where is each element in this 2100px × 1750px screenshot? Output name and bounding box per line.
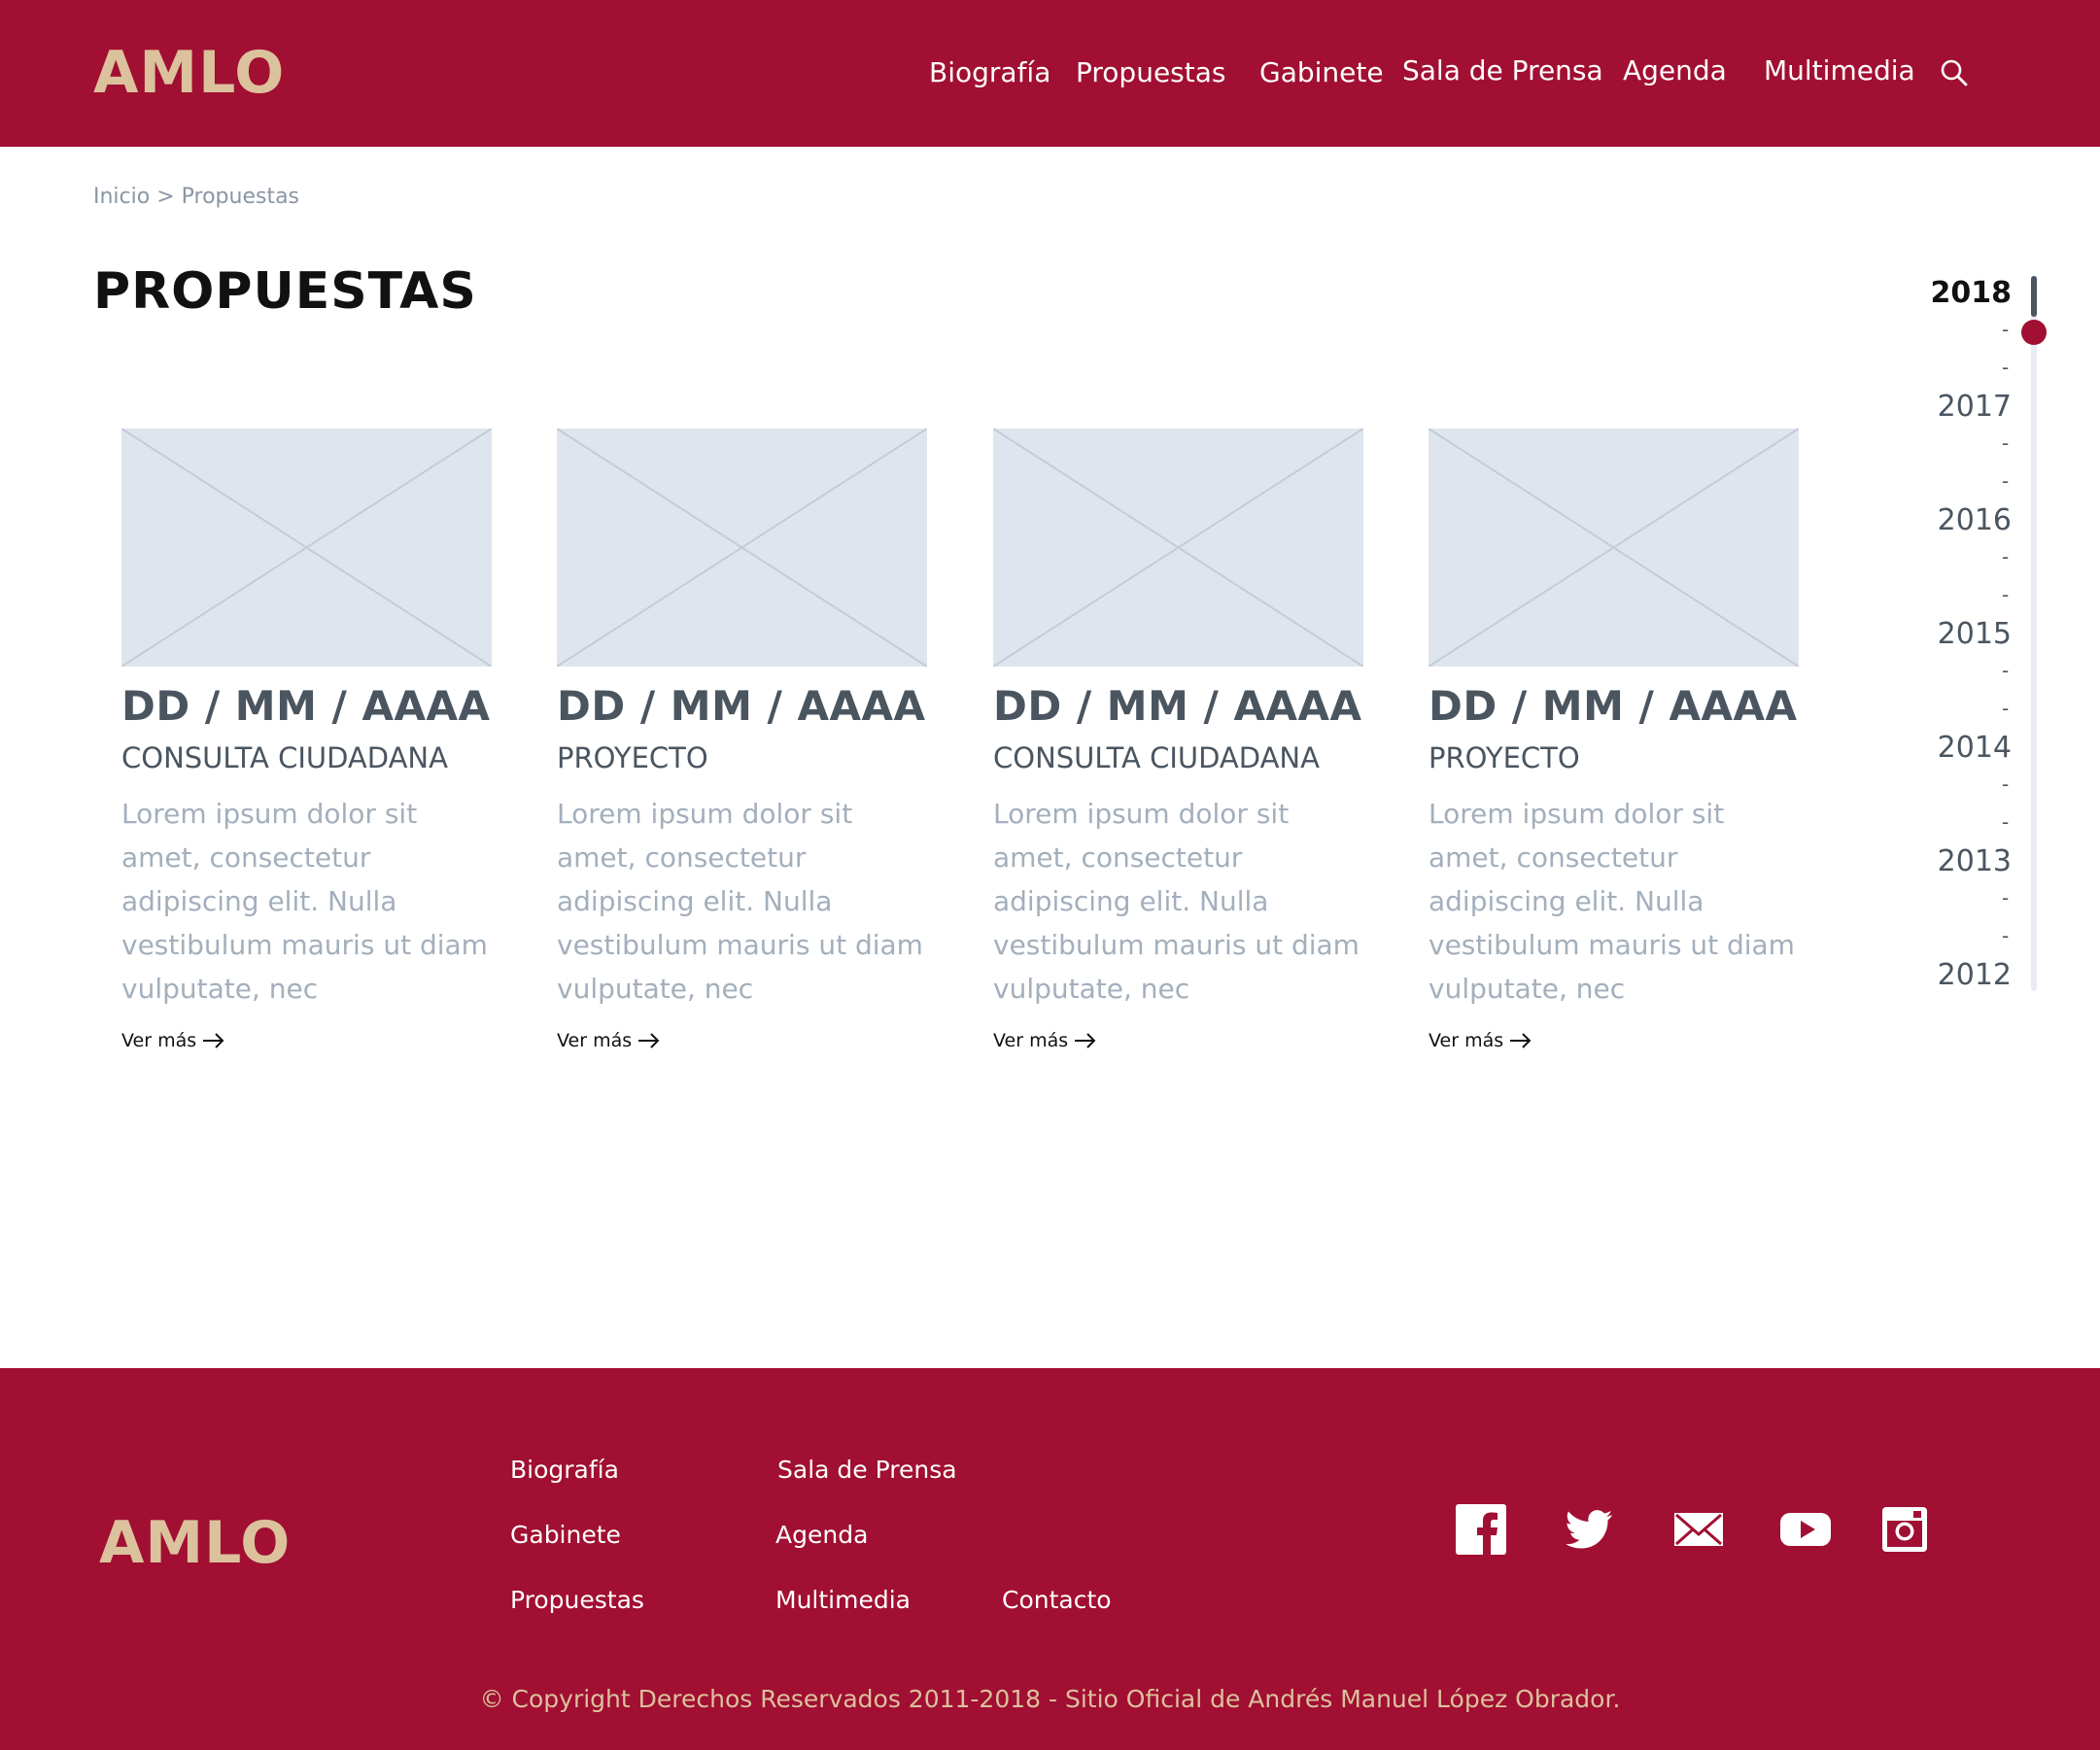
nav-biografia[interactable]: Biografía (929, 56, 1050, 88)
timeline-separator: - (2002, 469, 2010, 493)
image-placeholder[interactable] (121, 429, 492, 667)
proposal-card: DD / MM / AAAA CONSULTA CIUDADANA Lorem … (993, 429, 1363, 1051)
image-placeholder[interactable] (993, 429, 1363, 667)
timeline-separator: - (2002, 772, 2010, 796)
timeline-separator: - (2002, 886, 2010, 909)
ver-mas-link[interactable]: Ver más (121, 1030, 225, 1051)
ver-mas-label: Ver más (557, 1030, 633, 1051)
footer-link-biografia[interactable]: Biografía (510, 1456, 619, 1484)
timeline-handle[interactable] (2021, 320, 2047, 345)
nav-gabinete[interactable]: Gabinete (1259, 56, 1384, 88)
card-date: DD / MM / AAAA (557, 682, 926, 730)
footer-link-sala-de-prensa[interactable]: Sala de Prensa (777, 1456, 957, 1484)
timeline-year-2016[interactable]: 2016 (1938, 503, 2012, 537)
timeline-separator: - (2002, 318, 2010, 341)
footer-link-multimedia[interactable]: Multimedia (775, 1586, 911, 1614)
ver-mas-link[interactable]: Ver más (993, 1030, 1097, 1051)
timeline-year-2013[interactable]: 2013 (1938, 844, 2012, 878)
nav-multimedia[interactable]: Multimedia (1764, 54, 1915, 86)
timeline-separator: - (2002, 810, 2010, 834)
ver-mas-link[interactable]: Ver más (1429, 1030, 1532, 1051)
twitter-icon[interactable] (1564, 1504, 1614, 1555)
mail-icon[interactable] (1673, 1504, 1724, 1555)
nav-propuestas[interactable]: Propuestas (1076, 56, 1225, 88)
arrow-right-icon (1510, 1033, 1532, 1048)
timeline-year-2018[interactable]: 2018 (1931, 276, 2013, 310)
image-placeholder[interactable] (557, 429, 927, 667)
nav-sala-de-prensa[interactable]: Sala de Prensa (1402, 54, 1603, 86)
footer-link-contacto[interactable]: Contacto (1002, 1586, 1112, 1614)
timeline-year-2017[interactable]: 2017 (1938, 390, 2012, 424)
proposal-card: DD / MM / AAAA PROYECTO Lorem ipsum dolo… (1429, 429, 1799, 1051)
breadcrumb[interactable]: Inicio > Propuestas (93, 185, 299, 209)
facebook-icon[interactable] (1456, 1504, 1506, 1555)
timeline-separator: - (2002, 583, 2010, 606)
proposal-card: DD / MM / AAAA PROYECTO Lorem ipsum dolo… (557, 429, 927, 1051)
timeline-separator: - (2002, 431, 2010, 455)
timeline-year-2014[interactable]: 2014 (1938, 731, 2012, 765)
card-description: Lorem ipsum dolor sit amet, consectetur … (993, 798, 1360, 1005)
ver-mas-label: Ver más (1429, 1030, 1504, 1051)
site-header: AMLO Biografía Propuestas Gabinete Sala … (0, 0, 2100, 147)
search-icon[interactable] (1940, 58, 1969, 87)
timeline-separator: - (2002, 545, 2010, 568)
timeline-separator: - (2002, 697, 2010, 720)
timeline-year-2012[interactable]: 2012 (1938, 958, 2012, 992)
card-category: PROYECTO (557, 741, 708, 774)
footer-logo[interactable]: AMLO (99, 1509, 291, 1577)
card-category: CONSULTA CIUDADANA (121, 741, 448, 774)
page-title: PROPUESTAS (93, 262, 477, 321)
nav-agenda[interactable]: Agenda (1623, 54, 1727, 86)
site-logo[interactable]: AMLO (93, 39, 285, 107)
image-placeholder[interactable] (1429, 429, 1799, 667)
proposal-card: DD / MM / AAAA CONSULTA CIUDADANA Lorem … (121, 429, 492, 1051)
card-description: Lorem ipsum dolor sit amet, consectetur … (121, 798, 488, 1005)
year-timeline: 2018 - - 2017 - - 2016 - - 2015 - - 2014… (1905, 272, 2060, 992)
site-footer: AMLO Biografía Sala de Prensa Gabinete A… (0, 1368, 2100, 1750)
card-date: DD / MM / AAAA (993, 682, 1362, 730)
youtube-icon[interactable] (1780, 1504, 1831, 1555)
card-description: Lorem ipsum dolor sit amet, consectetur … (1429, 798, 1795, 1005)
ver-mas-label: Ver más (993, 1030, 1069, 1051)
timeline-separator: - (2002, 356, 2010, 379)
ver-mas-label: Ver más (121, 1030, 197, 1051)
copyright-text: © Copyright Derechos Reservados 2011-201… (479, 1685, 1621, 1713)
timeline-separator: - (2002, 924, 2010, 947)
ver-mas-link[interactable]: Ver más (557, 1030, 661, 1051)
arrow-right-icon (203, 1033, 224, 1048)
card-date: DD / MM / AAAA (121, 682, 491, 730)
timeline-year-2015[interactable]: 2015 (1938, 617, 2012, 651)
timeline-track[interactable] (2031, 276, 2037, 991)
footer-link-propuestas[interactable]: Propuestas (510, 1586, 644, 1614)
footer-link-agenda[interactable]: Agenda (775, 1521, 868, 1549)
card-category: CONSULTA CIUDADANA (993, 741, 1320, 774)
footer-link-gabinete[interactable]: Gabinete (510, 1521, 621, 1549)
card-date: DD / MM / AAAA (1429, 682, 1798, 730)
timeline-active-segment (2031, 276, 2037, 317)
instagram-icon[interactable] (1879, 1504, 1930, 1555)
arrow-right-icon (638, 1033, 660, 1048)
card-description: Lorem ipsum dolor sit amet, consectetur … (557, 798, 923, 1005)
card-category: PROYECTO (1429, 741, 1580, 774)
arrow-right-icon (1075, 1033, 1096, 1048)
timeline-separator: - (2002, 659, 2010, 682)
